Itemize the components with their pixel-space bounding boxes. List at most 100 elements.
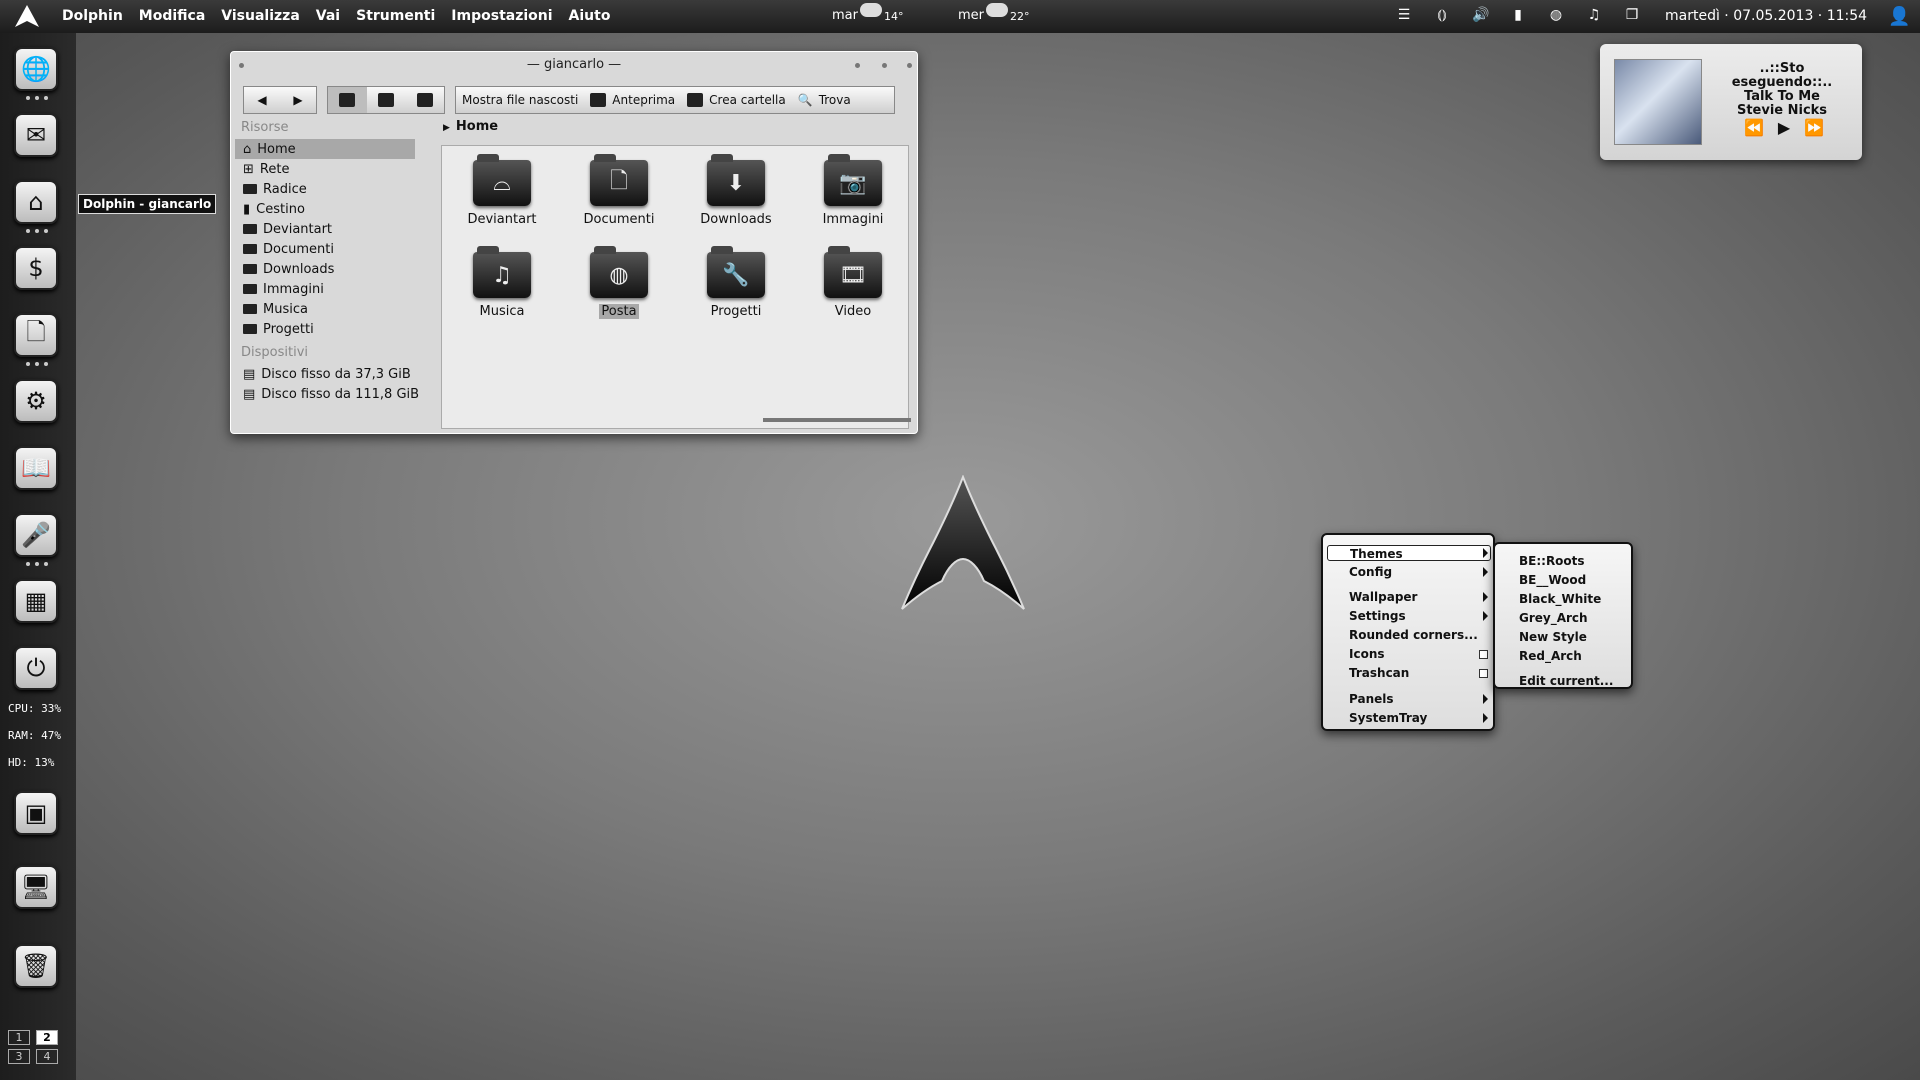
folder-item[interactable]: 📷 Immagini [803, 154, 903, 227]
theme-red-arch[interactable]: Red_Arch [1519, 648, 1582, 664]
menu-item-wallpaper[interactable]: Wallpaper [1349, 589, 1417, 605]
preview-button[interactable]: Anteprima [584, 87, 681, 113]
menu-aiuto[interactable]: Aiuto [569, 8, 611, 24]
network-icon[interactable]: ⦅⦆ [1434, 7, 1450, 23]
place-network[interactable]: ⊞ Rete [235, 159, 435, 179]
back-arrow-icon[interactable]: ◀ [244, 87, 280, 113]
trashcan-checkbox[interactable] [1479, 669, 1488, 678]
find-button[interactable]: 🔍 Trova [792, 87, 857, 113]
desktop-3[interactable]: 3 [8, 1049, 30, 1064]
weather-today: mar 14° [832, 3, 903, 23]
new-folder-button[interactable]: Crea cartella [681, 87, 792, 113]
place-trash[interactable]: ▮ Cestino [235, 199, 435, 219]
windows-icon[interactable]: ❐ [1624, 7, 1640, 23]
close-button[interactable] [907, 63, 912, 68]
menu-item-rounded-corners[interactable]: Rounded corners... [1349, 627, 1478, 643]
hard-disk-icon: ▤ [243, 366, 256, 382]
icons-checkbox[interactable] [1479, 650, 1488, 659]
place-root[interactable]: Radice [235, 179, 435, 199]
running-indicator [26, 362, 48, 366]
volume-icon[interactable]: 🔊 [1472, 7, 1489, 23]
place-progetti[interactable]: Progetti [235, 319, 435, 339]
place-deviantart[interactable]: Deviantart [235, 219, 435, 239]
updates-icon[interactable]: ◍ [1548, 7, 1564, 23]
menu-vai[interactable]: Vai [316, 8, 340, 24]
user-icon[interactable]: 👤 [1888, 6, 1910, 27]
menu-item-settings[interactable]: Settings [1349, 608, 1406, 624]
desktop-1[interactable]: 1 [8, 1030, 30, 1045]
menu-item-config[interactable]: Config [1349, 564, 1392, 580]
theme-black-white[interactable]: Black_White [1519, 591, 1601, 607]
minimize-button[interactable] [855, 63, 860, 68]
clipboard-icon[interactable]: ☰ [1396, 7, 1412, 23]
columns-view-icon[interactable] [405, 87, 444, 113]
headphones-icon[interactable]: ♫ [1586, 7, 1602, 23]
home-folder-icon[interactable]: ⌂ [14, 180, 58, 224]
folder-item[interactable]: ⬇ Downloads [686, 154, 786, 227]
menu-item-panels[interactable]: Panels [1349, 691, 1394, 707]
theme-be-wood[interactable]: BE__Wood [1519, 572, 1586, 588]
folder-item[interactable]: ⌓ Deviantart [452, 154, 552, 227]
previous-icon[interactable]: ⏪ [1744, 118, 1764, 137]
place-home[interactable]: ⌂ Home [235, 139, 415, 159]
document-icon[interactable]: 🗋 [14, 313, 58, 357]
arch-menu-icon[interactable] [14, 4, 40, 28]
menu-item-trashcan[interactable]: Trashcan [1349, 665, 1409, 681]
next-icon[interactable]: ⏩ [1804, 118, 1824, 137]
toolbar: ◀ ▶ Mostra file nascosti Anteprima Crea … [243, 86, 907, 114]
menu-visualizza[interactable]: Visualizza [221, 8, 299, 24]
book-reader-icon[interactable]: 📖 [14, 446, 58, 490]
trash-icon[interactable]: 🗑 [14, 944, 58, 988]
play-icon[interactable]: ▶ [1778, 118, 1790, 137]
zoom-slider[interactable] [763, 418, 911, 422]
theme-edit-current[interactable]: Edit current... [1519, 673, 1613, 689]
browser-globe-icon[interactable]: 🌐 [14, 47, 58, 91]
menu-impostazioni[interactable]: Impostazioni [451, 8, 552, 24]
desktop-2[interactable]: 2 [36, 1030, 58, 1045]
finance-dollar-icon[interactable]: $ [14, 246, 58, 290]
place-documenti[interactable]: Documenti [235, 239, 435, 259]
show-hidden-button[interactable]: Mostra file nascosti [456, 87, 584, 113]
breadcrumb[interactable]: ▶ Home [443, 119, 498, 134]
menu-dolphin[interactable]: Dolphin [62, 8, 123, 24]
theme-new-style[interactable]: New Style [1519, 629, 1587, 645]
folder-item[interactable]: 🗋 Documenti [569, 154, 669, 227]
device-disk-1[interactable]: ▤ Disco fisso da 37,3 GiB [235, 364, 435, 384]
place-label: Home [257, 141, 296, 157]
folder-item[interactable]: 🎞 Video [803, 246, 903, 319]
desktop-4[interactable]: 4 [36, 1049, 58, 1064]
menu-item-themes[interactable]: Themes [1327, 545, 1491, 561]
running-indicator [26, 96, 48, 100]
microphone-icon[interactable]: 🎤 [14, 513, 58, 557]
window-menu-button[interactable] [239, 63, 244, 68]
power-icon[interactable]: ⏻ [14, 646, 58, 690]
details-view-icon[interactable] [367, 87, 406, 113]
settings-gears-icon[interactable]: ⚙ [14, 379, 58, 423]
theme-grey-arch[interactable]: Grey_Arch [1519, 610, 1588, 626]
forward-arrow-icon[interactable]: ▶ [280, 87, 316, 113]
icons-view-icon[interactable] [328, 87, 367, 113]
folder-item[interactable]: 🔧 Progetti [686, 246, 786, 319]
place-downloads[interactable]: Downloads [235, 259, 435, 279]
battery-icon[interactable]: ▮ [1510, 7, 1526, 23]
window-grid-icon[interactable]: ▦ [14, 579, 58, 623]
menu-modifica[interactable]: Modifica [139, 8, 206, 24]
mail-icon[interactable]: ✉ [14, 113, 58, 157]
dock-tooltip: Dolphin - giancarlo [78, 194, 217, 214]
theme-be-roots[interactable]: BE::Roots [1519, 553, 1585, 569]
window-titlebar[interactable]: — giancarlo — [231, 52, 917, 78]
maximize-button[interactable] [882, 63, 887, 68]
folder-item[interactable]: ◍ Posta [569, 246, 669, 319]
menu-item-systemtray[interactable]: SystemTray [1349, 710, 1427, 726]
menu-strumenti[interactable]: Strumenti [356, 8, 435, 24]
clock[interactable]: martedì · 07.05.2013 · 11:54 [1665, 8, 1867, 24]
folder-item[interactable]: ♫ Musica [452, 246, 552, 319]
file-view[interactable]: ⌓ Deviantart 🗋 Documenti ⬇ Downloads 📷 Immag… [441, 145, 909, 429]
place-musica[interactable]: Musica [235, 299, 435, 319]
place-immagini[interactable]: Immagini [235, 279, 435, 299]
menu-item-icons[interactable]: Icons [1349, 646, 1385, 662]
monitor-icon[interactable]: 🖥 [14, 865, 58, 909]
device-disk-2[interactable]: ▤ Disco fisso da 111,8 GiB [235, 384, 435, 404]
folder-icon [243, 184, 257, 194]
media-player-icon[interactable]: ▣ [14, 791, 58, 835]
